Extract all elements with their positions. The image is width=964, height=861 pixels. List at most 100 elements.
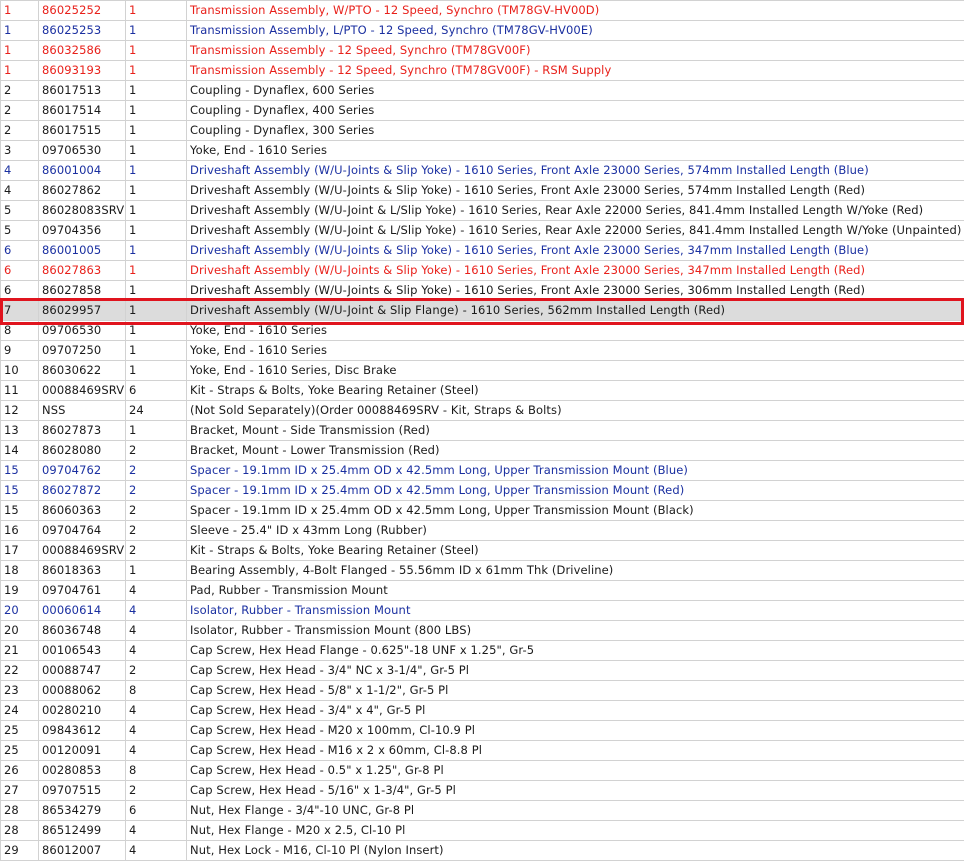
table-row[interactable]: 25001200914Cap Screw, Hex Head - M16 x 2… xyxy=(1,741,964,761)
ref-number-cell: 23 xyxy=(1,681,39,701)
table-row[interactable]: 28865342796Nut, Hex Flange - 3/4"-10 UNC… xyxy=(1,801,964,821)
table-row[interactable]: 15860603632Spacer - 19.1mm ID x 25.4mm O… xyxy=(1,501,964,521)
table-row[interactable]: 22000887472Cap Screw, Hex Head - 3/4" NC… xyxy=(1,661,964,681)
part-number-cell: 09704762 xyxy=(39,461,126,481)
table-row[interactable]: 23000880628Cap Screw, Hex Head - 5/8" x … xyxy=(1,681,964,701)
table-row[interactable]: 20000606144Isolator, Rubber - Transmissi… xyxy=(1,601,964,621)
quantity-cell: 4 xyxy=(126,741,187,761)
table-row[interactable]: 1100088469SRV6Kit - Straps & Bolts, Yoke… xyxy=(1,381,964,401)
part-number-cell: 86017514 xyxy=(39,101,126,121)
table-row[interactable]: 1860252521Transmission Assembly, W/PTO -… xyxy=(1,1,964,21)
part-number-cell: 86027862 xyxy=(39,181,126,201)
description-cell: Yoke, End - 1610 Series xyxy=(187,141,964,161)
quantity-cell: 1 xyxy=(126,241,187,261)
ref-number-cell: 6 xyxy=(1,261,39,281)
part-number-cell: 86534279 xyxy=(39,801,126,821)
table-row[interactable]: 15097047622Spacer - 19.1mm ID x 25.4mm O… xyxy=(1,461,964,481)
ref-number-cell: 15 xyxy=(1,461,39,481)
table-row[interactable]: 1860325861Transmission Assembly - 12 Spe… xyxy=(1,41,964,61)
description-cell: Cap Screw, Hex Head Flange - 0.625"-18 U… xyxy=(187,641,964,661)
table-row[interactable]: 12NSS24(Not Sold Separately)(Order 00088… xyxy=(1,401,964,421)
ref-number-cell: 2 xyxy=(1,81,39,101)
description-cell: Cap Screw, Hex Head - 3/4" NC x 3-1/4", … xyxy=(187,661,964,681)
part-number-cell: 86027873 xyxy=(39,421,126,441)
table-row[interactable]: 25098436124Cap Screw, Hex Head - M20 x 1… xyxy=(1,721,964,741)
quantity-cell: 2 xyxy=(126,521,187,541)
part-number-cell: 86017515 xyxy=(39,121,126,141)
table-row[interactable]: 28865124994Nut, Hex Flange - M20 x 2.5, … xyxy=(1,821,964,841)
description-cell: Transmission Assembly, W/PTO - 12 Speed,… xyxy=(187,1,964,21)
table-row[interactable]: 2860175131Coupling - Dynaflex, 600 Serie… xyxy=(1,81,964,101)
table-row[interactable]: 10860306221Yoke, End - 1610 Series, Disc… xyxy=(1,361,964,381)
description-cell: Nut, Hex Lock - M16, Cl-10 Pl (Nylon Ins… xyxy=(187,841,964,861)
table-row[interactable]: 21001065434Cap Screw, Hex Head Flange - … xyxy=(1,641,964,661)
table-row[interactable]: 27097075152Cap Screw, Hex Head - 5/16" x… xyxy=(1,781,964,801)
table-row[interactable]: 14860280802Bracket, Mount - Lower Transm… xyxy=(1,441,964,461)
part-number-cell: 86017513 xyxy=(39,81,126,101)
part-number-cell: 86018363 xyxy=(39,561,126,581)
table-row[interactable]: 13860278731Bracket, Mount - Side Transmi… xyxy=(1,421,964,441)
ref-number-cell: 1 xyxy=(1,41,39,61)
quantity-cell: 8 xyxy=(126,761,187,781)
part-number-cell: 00088469SRV xyxy=(39,541,126,561)
table-row[interactable]: 24002802104Cap Screw, Hex Head - 3/4" x … xyxy=(1,701,964,721)
table-row[interactable]: 1700088469SRV2Kit - Straps & Bolts, Yoke… xyxy=(1,541,964,561)
table-row[interactable]: 20860367484Isolator, Rubber - Transmissi… xyxy=(1,621,964,641)
description-cell: Isolator, Rubber - Transmission Mount (8… xyxy=(187,621,964,641)
description-cell: Cap Screw, Hex Head - 0.5" x 1.25", Gr-8… xyxy=(187,761,964,781)
part-number-cell: 00088469SRV xyxy=(39,381,126,401)
description-cell: Driveshaft Assembly (W/U-Joints & Slip Y… xyxy=(187,181,964,201)
quantity-cell: 1 xyxy=(126,61,187,81)
ref-number-cell: 11 xyxy=(1,381,39,401)
description-cell: Kit - Straps & Bolts, Yoke Bearing Retai… xyxy=(187,541,964,561)
quantity-cell: 1 xyxy=(126,341,187,361)
quantity-cell: 1 xyxy=(126,561,187,581)
quantity-cell: 4 xyxy=(126,701,187,721)
part-number-cell: 86028083SRV xyxy=(39,201,126,221)
table-row[interactable]: 2860175141Coupling - Dynaflex, 400 Serie… xyxy=(1,101,964,121)
table-row[interactable]: 18860183631Bearing Assembly, 4-Bolt Flan… xyxy=(1,561,964,581)
table-row[interactable]: 6860010051Driveshaft Assembly (W/U-Joint… xyxy=(1,241,964,261)
table-row[interactable]: 8097065301Yoke, End - 1610 Series xyxy=(1,321,964,341)
ref-number-cell: 12 xyxy=(1,401,39,421)
quantity-cell: 2 xyxy=(126,661,187,681)
part-number-cell: 86030622 xyxy=(39,361,126,381)
table-row[interactable]: 1860252531Transmission Assembly, L/PTO -… xyxy=(1,21,964,41)
ref-number-cell: 14 xyxy=(1,441,39,461)
table-row[interactable]: 19097047614Pad, Rubber - Transmission Mo… xyxy=(1,581,964,601)
table-row[interactable]: 6860278581Driveshaft Assembly (W/U-Joint… xyxy=(1,281,964,301)
ref-number-cell: 8 xyxy=(1,321,39,341)
quantity-cell: 2 xyxy=(126,441,187,461)
table-row[interactable]: 4860010041Driveshaft Assembly (W/U-Joint… xyxy=(1,161,964,181)
description-cell: Isolator, Rubber - Transmission Mount xyxy=(187,601,964,621)
ref-number-cell: 28 xyxy=(1,801,39,821)
table-row[interactable]: 3097065301Yoke, End - 1610 Series xyxy=(1,141,964,161)
table-row[interactable]: 4860278621Driveshaft Assembly (W/U-Joint… xyxy=(1,181,964,201)
table-row[interactable]: 29860120074Nut, Hex Lock - M16, Cl-10 Pl… xyxy=(1,841,964,861)
quantity-cell: 1 xyxy=(126,1,187,21)
ref-number-cell: 2 xyxy=(1,101,39,121)
quantity-cell: 4 xyxy=(126,841,187,861)
table-row[interactable]: 586028083SRV1Driveshaft Assembly (W/U-Jo… xyxy=(1,201,964,221)
description-cell: Spacer - 19.1mm ID x 25.4mm OD x 42.5mm … xyxy=(187,461,964,481)
table-row[interactable]: 6860278631Driveshaft Assembly (W/U-Joint… xyxy=(1,261,964,281)
part-number-cell: 09704356 xyxy=(39,221,126,241)
ref-number-cell: 18 xyxy=(1,561,39,581)
description-cell: Transmission Assembly - 12 Speed, Synchr… xyxy=(187,61,964,81)
table-row[interactable]: 5097043561Driveshaft Assembly (W/U-Joint… xyxy=(1,221,964,241)
description-cell: Nut, Hex Flange - 3/4"-10 UNC, Gr-8 Pl xyxy=(187,801,964,821)
table-row[interactable]: 15860278722Spacer - 19.1mm ID x 25.4mm O… xyxy=(1,481,964,501)
ref-number-cell: 24 xyxy=(1,701,39,721)
table-row[interactable]: 2860175151Coupling - Dynaflex, 300 Serie… xyxy=(1,121,964,141)
table-row[interactable]: 26002808538Cap Screw, Hex Head - 0.5" x … xyxy=(1,761,964,781)
description-cell: Driveshaft Assembly (W/U-Joint & L/Slip … xyxy=(187,201,964,221)
ref-number-cell: 10 xyxy=(1,361,39,381)
part-number-cell: 09706530 xyxy=(39,141,126,161)
table-row[interactable]: 16097047642Sleeve - 25.4" ID x 43mm Long… xyxy=(1,521,964,541)
quantity-cell: 2 xyxy=(126,781,187,801)
table-row[interactable]: 7860299571Driveshaft Assembly (W/U-Joint… xyxy=(1,301,964,321)
table-row[interactable]: 9097072501Yoke, End - 1610 Series xyxy=(1,341,964,361)
quantity-cell: 1 xyxy=(126,81,187,101)
table-row[interactable]: 1860931931Transmission Assembly - 12 Spe… xyxy=(1,61,964,81)
part-number-cell: 86032586 xyxy=(39,41,126,61)
